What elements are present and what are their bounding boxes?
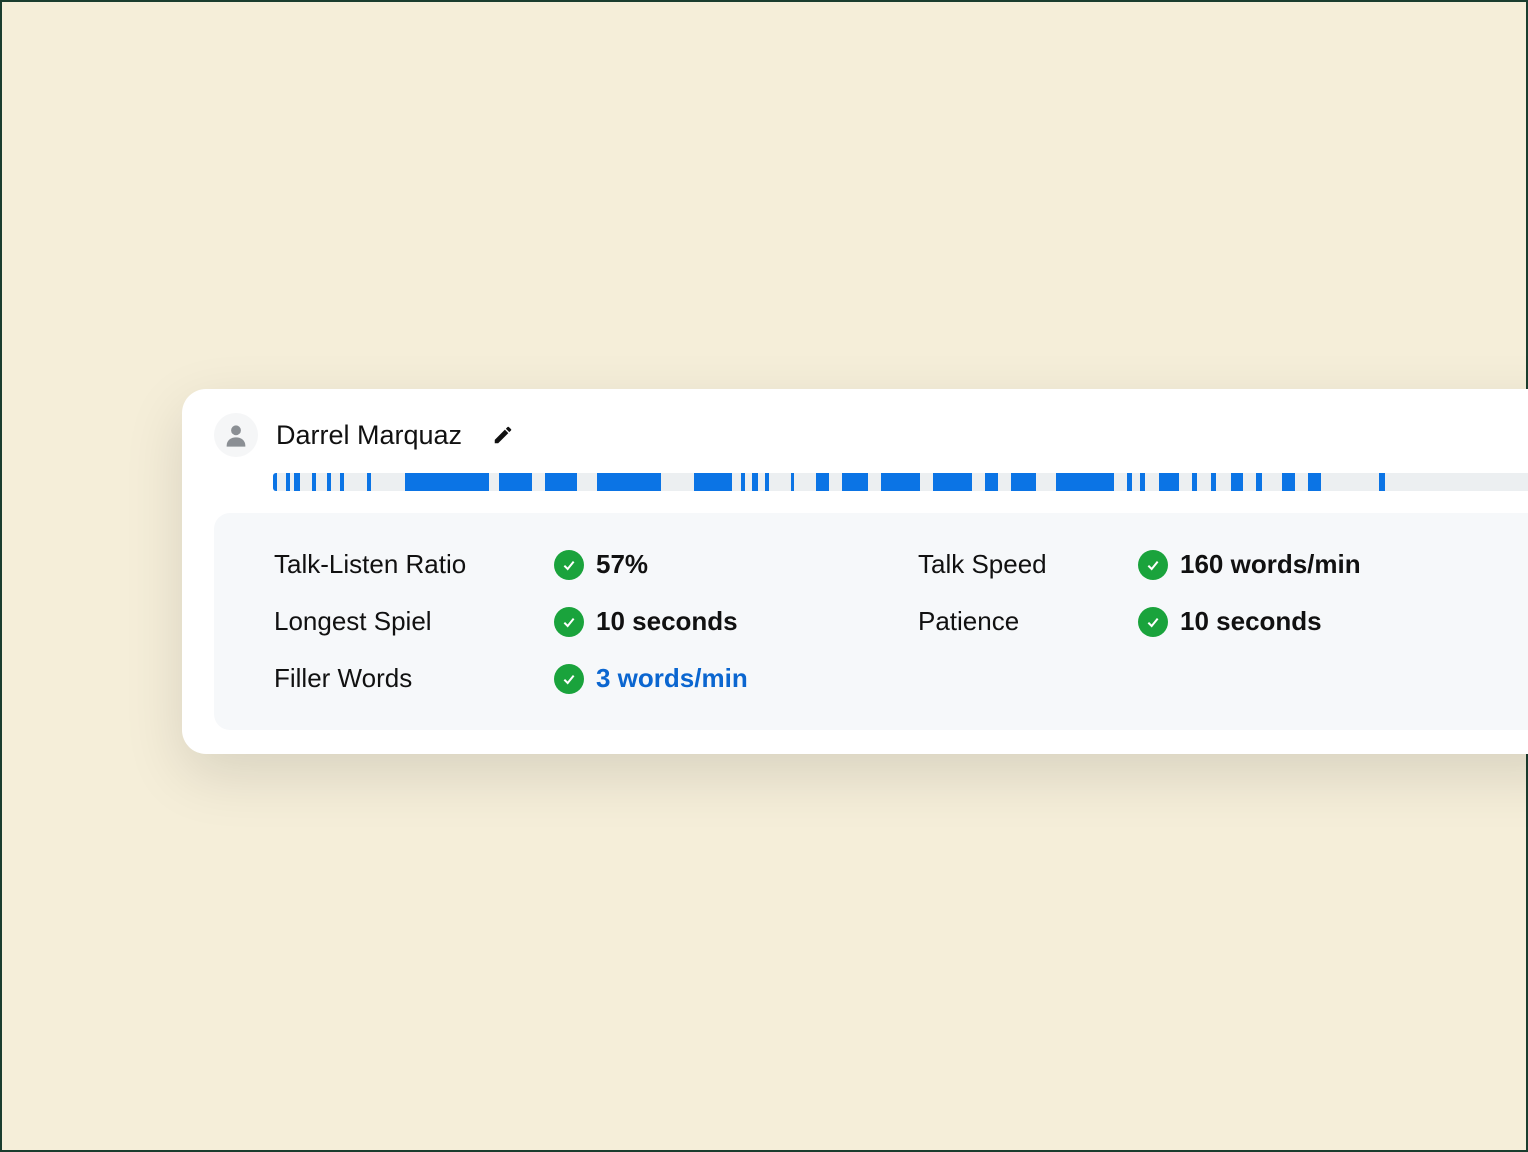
timeline-segment: [312, 473, 316, 491]
check-icon: [554, 607, 584, 637]
timeline-segment: [933, 473, 972, 491]
metric-value-longest-spiel: 10 seconds: [554, 606, 918, 637]
metric-label-talk-speed: Talk Speed: [918, 549, 1138, 580]
metric-value-filler-words[interactable]: 3 words/min: [554, 663, 918, 694]
timeline-segment: [1011, 473, 1037, 491]
check-icon: [554, 550, 584, 580]
timeline-segment: [816, 473, 829, 491]
timeline-segment: [294, 473, 300, 491]
timeline-segment: [1056, 473, 1114, 491]
timeline-segment: [842, 473, 868, 491]
timeline-segment: [1159, 473, 1178, 491]
timeline-segment: [741, 473, 745, 491]
timeline-segment: [791, 473, 795, 491]
metric-value-talk-speed: 160 words/min: [1138, 549, 1502, 580]
avatar: [214, 413, 258, 457]
timeline-segment: [1127, 473, 1132, 491]
metric-text: 10 seconds: [596, 606, 738, 637]
metric-label-longest-spiel: Longest Spiel: [274, 606, 554, 637]
timeline-segment: [1282, 473, 1295, 491]
card-header: Darrel Marquaz: [214, 413, 1528, 457]
timeline-segment: [499, 473, 531, 491]
timeline-segment: [765, 473, 769, 491]
speaker-analysis-card: Darrel Marquaz Talk-Listen Ratio 57% Tal…: [182, 389, 1528, 754]
timeline-segment: [327, 473, 331, 491]
check-icon: [1138, 607, 1168, 637]
metric-text-link[interactable]: 3 words/min: [596, 663, 748, 694]
timeline-segment: [1379, 473, 1384, 491]
timeline-segment: [340, 473, 344, 491]
metric-label-filler-words: Filler Words: [274, 663, 554, 694]
metric-text: 57%: [596, 549, 648, 580]
timeline-segment: [273, 473, 277, 491]
timeline-segment: [1308, 473, 1321, 491]
metric-value-talk-listen-ratio: 57%: [554, 549, 918, 580]
metric-label-patience: Patience: [918, 606, 1138, 637]
edit-name-button[interactable]: [486, 418, 520, 452]
timeline-segment: [367, 473, 371, 491]
check-icon: [1138, 550, 1168, 580]
pencil-icon: [492, 424, 514, 446]
timeline-segment: [1140, 473, 1145, 491]
metric-value-patience: 10 seconds: [1138, 606, 1502, 637]
timeline-segment: [545, 473, 577, 491]
talk-timeline[interactable]: [273, 473, 1528, 491]
metrics-panel: Talk-Listen Ratio 57% Talk Speed 160 wor…: [214, 513, 1528, 730]
metric-label-talk-listen-ratio: Talk-Listen Ratio: [274, 549, 554, 580]
timeline-segment: [405, 473, 489, 491]
metric-text: 160 words/min: [1180, 549, 1361, 580]
timeline-segment: [286, 473, 290, 491]
timeline-segment: [985, 473, 998, 491]
timeline-segment: [752, 473, 758, 491]
person-icon: [222, 421, 250, 449]
speaker-name: Darrel Marquaz: [276, 420, 462, 451]
metric-text: 10 seconds: [1180, 606, 1322, 637]
timeline-segment: [1211, 473, 1216, 491]
timeline-segment: [694, 473, 733, 491]
timeline-segment: [881, 473, 920, 491]
timeline-segment: [1256, 473, 1261, 491]
timeline-segment: [1231, 473, 1244, 491]
timeline-segment: [597, 473, 662, 491]
timeline-segment: [1192, 473, 1197, 491]
check-icon: [554, 664, 584, 694]
